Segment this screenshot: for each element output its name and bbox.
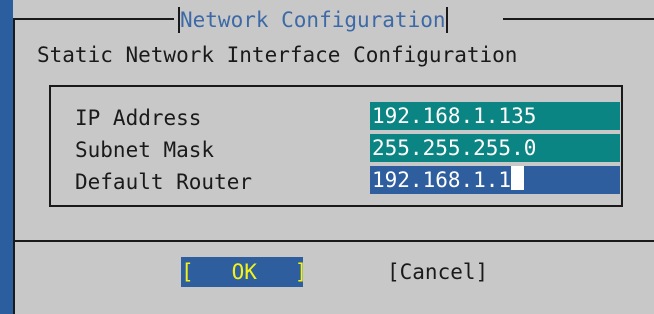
subnet-mask-field[interactable]: 255.255.255.0 xyxy=(370,134,620,162)
default-router-value: 192.168.1.1 xyxy=(372,168,512,192)
dialog-border-top-right xyxy=(503,18,654,20)
ip-address-field[interactable]: 192.168.1.135 xyxy=(370,102,620,130)
ip-address-label: IP Address xyxy=(75,106,202,130)
subnet-mask-label: Subnet Mask xyxy=(75,138,215,162)
dialog-subtitle: Static Network Interface Configuration xyxy=(37,43,518,67)
title-bracket-right xyxy=(445,7,448,33)
form-frame: IP Address 192.168.1.135 Subnet Mask 255… xyxy=(49,85,623,207)
ok-button[interactable]: [ OK ] xyxy=(181,257,307,287)
default-router-label: Default Router xyxy=(75,170,253,194)
cancel-button[interactable]: [Cancel] xyxy=(387,257,488,287)
default-router-field[interactable]: 192.168.1.1 xyxy=(370,166,620,194)
dialog-title: Network Configuration xyxy=(180,8,446,32)
dialog-border-left xyxy=(13,18,15,314)
terminal-screen: Network Configuration Static Network Int… xyxy=(0,0,654,314)
dialog-title-box: Network Configuration xyxy=(174,6,452,34)
network-configuration-dialog: Network Configuration Static Network Int… xyxy=(13,0,654,314)
dialog-border-top-left xyxy=(13,18,176,20)
button-area-separator xyxy=(13,240,654,242)
text-cursor xyxy=(511,166,525,190)
